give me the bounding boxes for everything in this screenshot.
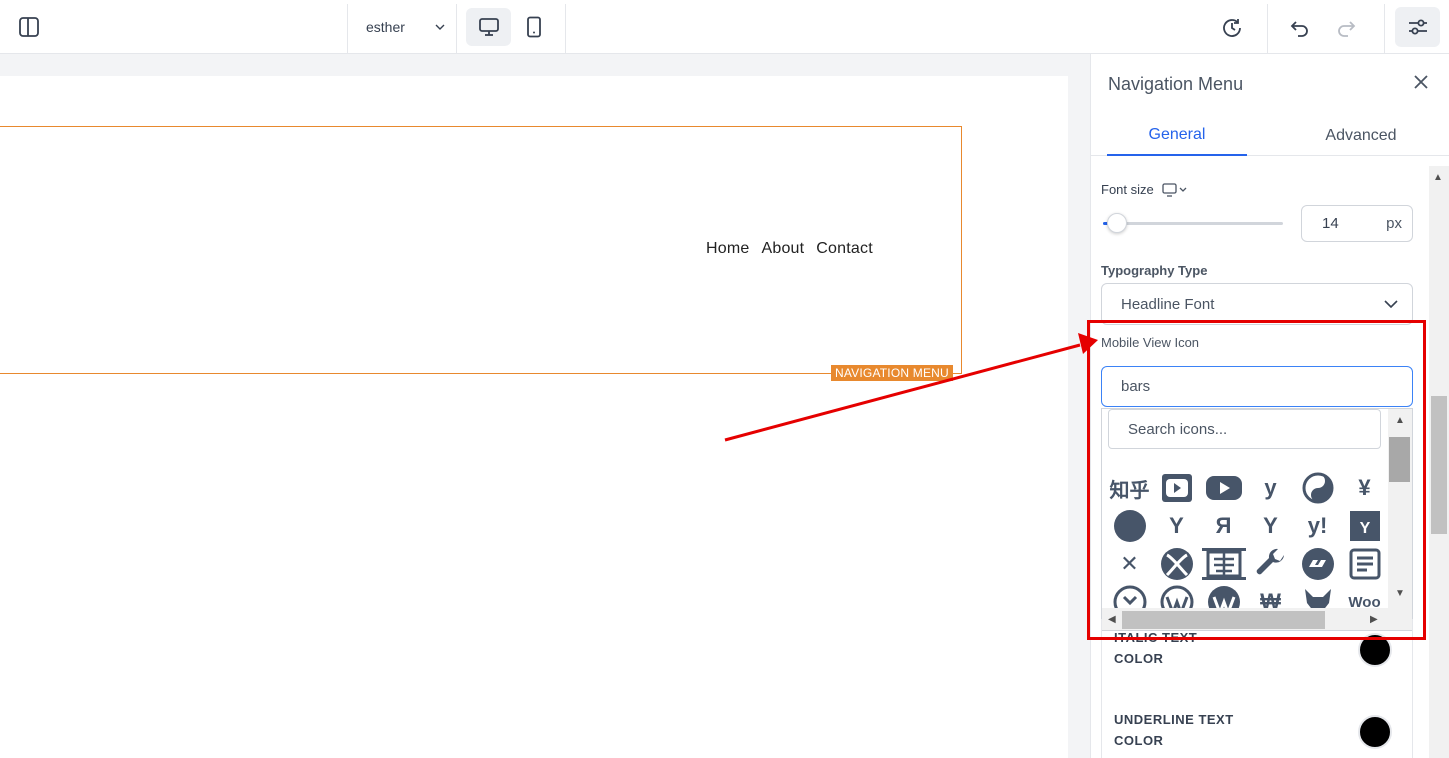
divider <box>1267 4 1268 54</box>
user-select[interactable]: esther <box>360 12 450 42</box>
underline-color-swatch[interactable] <box>1358 715 1392 749</box>
typography-select[interactable]: Headline Font <box>1101 283 1413 325</box>
font-size-slider[interactable] <box>1103 213 1283 233</box>
user-select-value: esther <box>366 19 405 35</box>
redo-button[interactable] <box>1332 14 1360 42</box>
nav-link-contact[interactable]: Contact <box>816 240 873 258</box>
chevron-down-icon <box>1384 300 1398 308</box>
underline-color-label: UNDERLINE TEXT COLOR <box>1114 712 1234 748</box>
slider-handle[interactable] <box>1106 213 1127 233</box>
tab-general[interactable]: General <box>1107 116 1247 156</box>
nav-link-about[interactable]: About <box>761 240 804 258</box>
redo-icon <box>1338 21 1356 37</box>
sidebar-toggle-icon[interactable] <box>17 15 41 39</box>
mobile-icon <box>527 16 541 38</box>
top-toolbar: esther <box>0 0 1449 54</box>
settings-toggle-button[interactable] <box>1395 7 1440 47</box>
undo-button[interactable] <box>1286 14 1314 42</box>
divider <box>1384 4 1385 54</box>
scrollbar-thumb[interactable] <box>1431 396 1447 534</box>
panel-tabs: General Advanced <box>1091 116 1449 156</box>
divider <box>565 4 566 54</box>
panel-title: Navigation Menu <box>1108 74 1244 94</box>
font-size-unit: px <box>1386 215 1402 232</box>
sliders-icon <box>1408 19 1427 35</box>
font-size-value: 14 <box>1322 215 1339 232</box>
annotation-highlight-box <box>1087 320 1426 640</box>
font-size-input[interactable]: 14 px <box>1301 205 1413 242</box>
desktop-icon[interactable] <box>1162 182 1188 197</box>
undo-icon <box>1290 21 1308 37</box>
divider <box>456 4 457 54</box>
scroll-up-arrow-icon[interactable]: ▲ <box>1433 172 1443 183</box>
nav-links: Home About Contact <box>706 240 873 258</box>
chevron-down-icon <box>435 24 445 30</box>
history-icon <box>1223 19 1241 37</box>
nav-link-home[interactable]: Home <box>706 240 749 258</box>
font-size-label: Font size <box>1101 182 1188 197</box>
desktop-icon <box>478 18 499 36</box>
desktop-view-button[interactable] <box>466 8 511 46</box>
element-type-tag: NAVIGATION MENU <box>831 365 953 381</box>
divider <box>347 4 348 54</box>
typography-value: Headline Font <box>1121 295 1215 313</box>
history-button[interactable] <box>1218 14 1246 42</box>
typography-label: Typography Type <box>1101 263 1208 278</box>
close-icon[interactable] <box>1411 72 1431 92</box>
tab-advanced[interactable]: Advanced <box>1291 116 1431 156</box>
mobile-view-button[interactable] <box>520 12 548 42</box>
